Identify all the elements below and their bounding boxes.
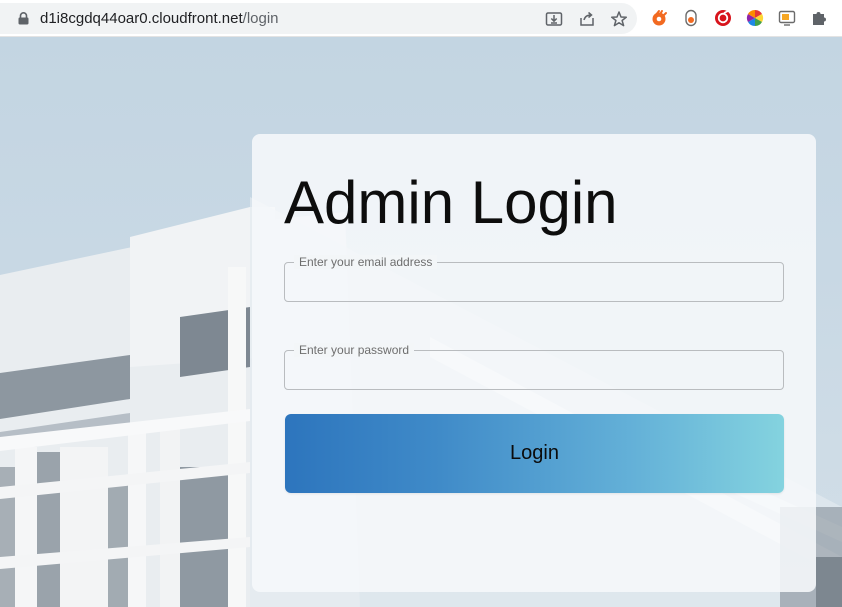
page-title: Admin Login: [284, 169, 618, 236]
address-bar[interactable]: d1i8cgdq44oar0.cloudfront.net/login: [0, 3, 637, 34]
star-icon[interactable]: [610, 10, 628, 28]
color-wheel-extension-icon[interactable]: [746, 9, 764, 27]
puzzle-icon[interactable]: [810, 9, 828, 27]
lock-icon[interactable]: [18, 12, 29, 25]
browser-toolbar: d1i8cgdq44oar0.cloudfront.net/login: [0, 0, 842, 37]
capsule-extension-icon[interactable]: [682, 9, 700, 27]
url-host: d1i8cgdq44oar0.cloudfront.net: [40, 10, 243, 27]
email-field[interactable]: Enter your email address: [284, 255, 784, 302]
password-input[interactable]: [285, 351, 783, 389]
install-app-icon[interactable]: [545, 10, 563, 28]
page-viewport: Admin Login Enter your email address Ent…: [0, 37, 842, 607]
url-text[interactable]: d1i8cgdq44oar0.cloudfront.net/login: [40, 10, 279, 27]
screen-extension-icon[interactable]: [778, 9, 796, 27]
login-card: Admin Login Enter your email address Ent…: [252, 134, 816, 592]
share-icon[interactable]: [578, 10, 596, 28]
swirl-extension-icon[interactable]: [650, 9, 668, 27]
password-field[interactable]: Enter your password: [284, 343, 784, 390]
red-circle-extension-icon[interactable]: [714, 9, 732, 27]
url-path: /login: [242, 10, 279, 27]
email-input[interactable]: [285, 263, 783, 301]
login-button[interactable]: Login: [285, 414, 784, 493]
